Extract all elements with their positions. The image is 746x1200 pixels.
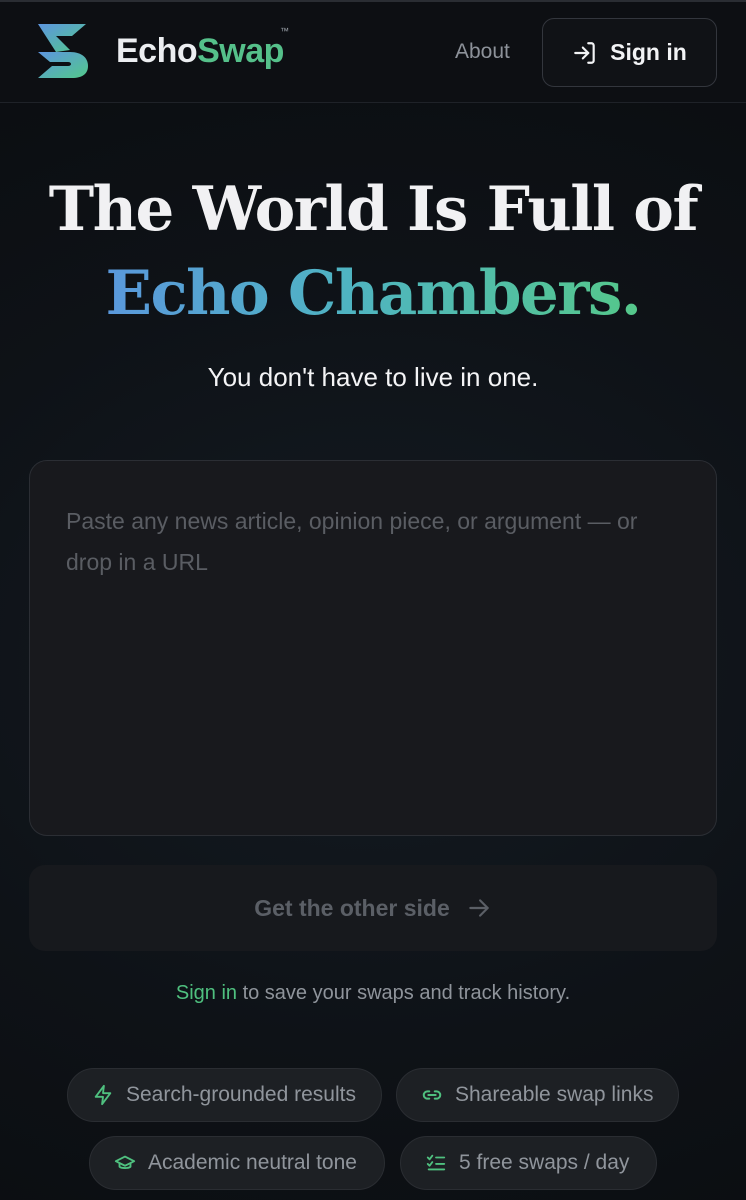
feature-chip-label: Shareable swap links bbox=[455, 1083, 654, 1106]
feature-chip-search-grounded: Search-grounded results bbox=[67, 1068, 382, 1122]
trademark-mark: ™ bbox=[280, 26, 289, 36]
top-navbar: EchoSwap ™ About Sign in bbox=[0, 2, 746, 103]
sign-in-icon bbox=[574, 41, 595, 64]
feature-chip-label: Search-grounded results bbox=[126, 1083, 356, 1106]
sign-in-note-link[interactable]: Sign in bbox=[176, 982, 237, 1004]
hero-title-line1: The World Is Full of bbox=[48, 174, 699, 245]
feature-chip-label: 5 free swaps / day bbox=[459, 1151, 630, 1174]
brand-name-part2: Swap bbox=[197, 32, 284, 70]
article-input[interactable] bbox=[30, 461, 716, 835]
hero-subtitle: You don't have to live in one. bbox=[207, 362, 539, 392]
feature-chip-academic-tone: Academic neutral tone bbox=[89, 1136, 385, 1190]
graduation-cap-icon bbox=[114, 1155, 136, 1169]
header-sign-in-button[interactable]: Sign in bbox=[542, 18, 717, 87]
feature-chip-label: Academic neutral tone bbox=[148, 1151, 357, 1174]
hero-title-line2: Echo Chambers. bbox=[105, 258, 642, 329]
brand-name-part1: Echo bbox=[116, 32, 198, 70]
brand-name[interactable]: EchoSwap bbox=[116, 32, 284, 71]
feature-chip-free-swaps: 5 free swaps / day bbox=[400, 1136, 657, 1190]
feature-chip-shareable-links: Shareable swap links bbox=[396, 1068, 679, 1122]
sign-in-note: Sign in to save your swaps and track his… bbox=[0, 982, 746, 1005]
get-other-side-label: Get the other side bbox=[254, 894, 450, 921]
arrow-right-icon bbox=[469, 899, 489, 917]
checklist-icon bbox=[426, 1154, 446, 1171]
get-other-side-button[interactable]: Get the other side bbox=[29, 865, 717, 951]
header-sign-in-label: Sign in bbox=[610, 39, 687, 65]
lightning-icon bbox=[94, 1084, 112, 1106]
link-icon bbox=[422, 1090, 442, 1100]
echoswap-logo-icon[interactable] bbox=[36, 22, 90, 80]
sign-in-note-text: to save your swaps and track history. bbox=[237, 982, 571, 1004]
article-input-container bbox=[29, 460, 717, 836]
about-link[interactable]: About bbox=[455, 40, 510, 64]
hero-title: The World Is Full of Echo Chambers. bbox=[0, 168, 746, 336]
